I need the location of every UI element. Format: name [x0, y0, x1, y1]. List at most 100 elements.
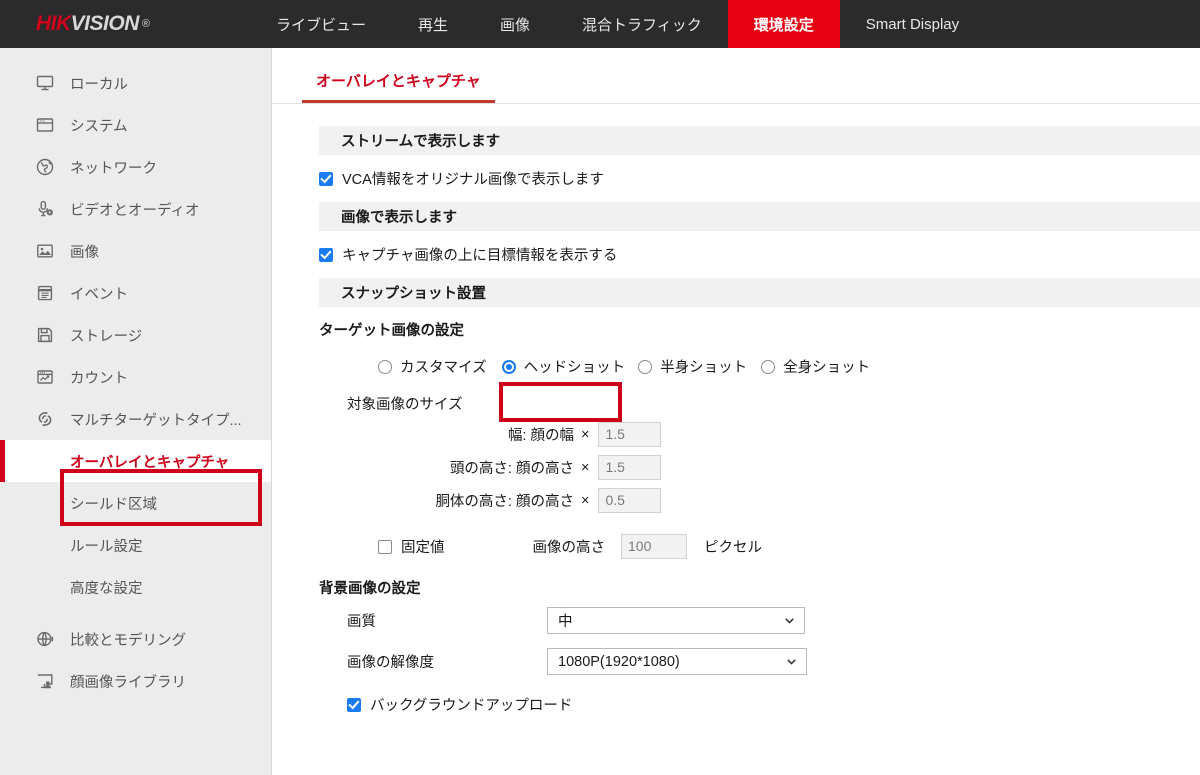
quality-label: 画質 [347, 614, 376, 630]
sidebar-item-label: 比較とモデリング [70, 632, 186, 649]
radio-customize-label: カスタマイズ [400, 360, 487, 376]
sidebar-item-label: ネットワーク [70, 160, 157, 177]
vca-original-image-checkbox[interactable] [319, 171, 333, 186]
sidebar-item-image[interactable]: 画像 [0, 230, 271, 272]
sidebar-item-rule-settings[interactable]: ルール設定 [0, 524, 271, 566]
radio-full-body-label: 全身ショット [783, 360, 871, 376]
hikvision-logo: HIK VISION ® [0, 0, 250, 48]
target-info-on-capture-label[interactable]: キャプチャ画像の上に目標情報を表示する [342, 244, 617, 265]
window-icon [34, 114, 56, 136]
sidebar-item-count[interactable]: カウント [0, 356, 271, 398]
sidebar-item-compare-and-modeling[interactable]: 比較とモデリング [0, 618, 271, 660]
sidebar-item-label: 高度な設定 [70, 580, 143, 597]
sidebar-item-label: ローカル [70, 76, 128, 93]
radio-half-body-icon[interactable] [638, 359, 653, 374]
resolution-select[interactable]: 1080P(1920*1080) [547, 648, 807, 675]
sidebar-item-event[interactable]: イベント [0, 272, 271, 314]
monitor-icon [34, 72, 56, 94]
sidebar-item-local[interactable]: ローカル [0, 62, 271, 104]
save-disk-icon [34, 324, 56, 346]
background-upload-label[interactable]: バックグラウンドアップロード [370, 694, 572, 715]
nav-tab-smart-display[interactable]: Smart Display [840, 0, 985, 48]
sidebar-item-storage[interactable]: ストレージ [0, 314, 271, 356]
sidebar-item-label: オーバレイとキャプチャ [70, 454, 230, 471]
registered-mark-icon: ® [141, 18, 150, 30]
size-head-height-label: 頭の高さ: 顔の高さ [449, 461, 574, 477]
fixed-value-row: 固定値 画像の高さ 100 ピクセル [319, 517, 1200, 565]
sidebar-item-network[interactable]: ネットワーク [0, 146, 271, 188]
radio-option-full-body-shot[interactable]: 全身ショット [761, 356, 870, 377]
vca-original-image-label[interactable]: VCA情報をオリジナル画像で表示します [342, 168, 604, 189]
section-header-stream-display: ストリームで表示します [319, 126, 1200, 155]
compare-icon [34, 628, 56, 650]
nav-tab-configuration[interactable]: 環境設定 [727, 0, 840, 48]
top-navigation-bar: HIK VISION ® ライブビュー 再生 画像 混合トラフィック 環境設定 Sm… [0, 0, 1200, 48]
size-head-height-input[interactable]: 1.5 [598, 455, 662, 480]
image-display-checkbox-row: キャプチャ画像の上に目標情報を表示する [272, 231, 1200, 278]
sidebar-item-multi-target-type[interactable]: マルチターゲットタイプ... [0, 398, 271, 440]
image-height-label: 画像の高さ [532, 540, 606, 556]
size-width-multiply-symbol: × [581, 426, 590, 443]
radio-head-shot-icon[interactable] [501, 359, 516, 374]
sidebar-item-shield-area[interactable]: シールド区域 [0, 482, 271, 524]
sidebar-item-system[interactable]: システム [0, 104, 271, 146]
size-row-body-height: 胴体の高さ: 顔の高さ × 0.5 [319, 484, 1200, 517]
resolution-label: 画像の解像度 [347, 655, 434, 671]
quality-select[interactable]: 中 [547, 607, 805, 634]
sidebar-item-face-picture-library[interactable]: 顔画像ライブラリ [0, 660, 271, 702]
radio-option-head-shot[interactable]: ヘッドショット [501, 356, 626, 377]
size-row-width: 幅: 顔の幅 × 1.5 [319, 418, 1200, 451]
main-content: オーバレイとキャプチャ ストリームで表示します VCA情報をオリジナル画像で表示… [272, 48, 1200, 775]
image-height-unit-label: ピクセル [704, 540, 762, 556]
target-image-settings-heading: ターゲット画像の設定 [319, 323, 464, 339]
background-image-settings-heading: 背景画像の設定 [319, 581, 421, 597]
content-tabstrip: オーバレイとキャプチャ [272, 48, 1200, 104]
radio-half-body-label: 半身ショット [660, 360, 748, 376]
resolution-select-value: 1080P(1920*1080) [558, 653, 680, 670]
sidebar-item-label: 顔画像ライブラリ [70, 674, 186, 691]
quality-select-value: 中 [558, 614, 573, 630]
sidebar-item-advanced-settings[interactable]: 高度な設定 [0, 566, 271, 608]
nav-tab-mixed-traffic[interactable]: 混合トラフィック [556, 0, 728, 48]
fixed-value-checkbox[interactable] [378, 539, 392, 554]
multi-target-icon [34, 408, 56, 430]
globe-icon [34, 156, 56, 178]
section-header-image-display: 画像で表示します [319, 202, 1200, 231]
sidebar-item-video-audio[interactable]: ビデオとオーディオ [0, 188, 271, 230]
nav-tab-playback[interactable]: 再生 [392, 0, 474, 48]
tab-overlay-and-capture[interactable]: オーバレイとキャプチャ [302, 70, 495, 103]
size-body-height-label: 胴体の高さ: 顔の高さ [435, 494, 574, 510]
size-width-input[interactable]: 1.5 [598, 422, 662, 447]
nav-tab-picture[interactable]: 画像 [474, 0, 556, 48]
face-library-icon [34, 670, 56, 692]
settings-content: ストリームで表示します VCA情報をオリジナル画像で表示します 画像で表示します… [272, 104, 1200, 715]
sidebar-item-overlay-and-capture[interactable]: オーバレイとキャプチャ [0, 440, 271, 482]
radio-option-half-body-shot[interactable]: 半身ショット [638, 356, 747, 377]
image-height-input[interactable]: 100 [621, 534, 687, 559]
chevron-down-icon [784, 655, 798, 669]
target-image-size-heading: 対象画像のサイズ [347, 397, 463, 413]
size-body-height-multiply-symbol: × [581, 492, 590, 509]
background-upload-checkbox[interactable] [347, 697, 361, 712]
shot-type-radio-group: カスタマイズ ヘッドショット 半身ショット 全身ショット [319, 342, 1200, 383]
target-info-on-capture-checkbox[interactable] [319, 247, 333, 262]
sidebar: ローカル システム ネットワーク ビデオとオーディオ 画像 イベント ストレージ… [0, 48, 272, 775]
sidebar-item-label: ビデオとオーディオ [70, 202, 200, 219]
section-header-snapshot-settings: スナップショット設置 [319, 278, 1200, 307]
size-head-height-multiply-symbol: × [581, 459, 590, 476]
sidebar-item-label: カウント [70, 370, 128, 387]
chart-window-icon [34, 366, 56, 388]
sidebar-item-label: イベント [70, 286, 128, 303]
quality-row: 画質 中 [319, 600, 1200, 641]
fixed-value-label[interactable]: 固定値 [401, 536, 445, 557]
radio-head-shot-label: ヘッドショット [523, 360, 626, 376]
radio-customize-icon[interactable] [378, 359, 392, 374]
chevron-down-icon [782, 614, 796, 628]
radio-full-body-icon[interactable] [761, 359, 776, 374]
nav-tab-live-view[interactable]: ライブビュー [250, 0, 392, 48]
size-body-height-input[interactable]: 0.5 [598, 488, 662, 513]
radio-option-customize[interactable]: カスタマイズ [378, 356, 487, 377]
sidebar-item-label: 画像 [70, 244, 99, 261]
size-width-label: 幅: 顔の幅 [507, 428, 574, 444]
